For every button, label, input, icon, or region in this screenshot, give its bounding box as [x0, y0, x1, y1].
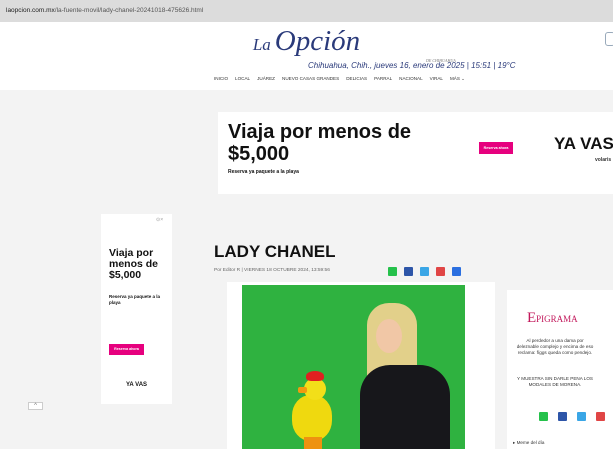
side-ad-brand: YA VAS	[125, 382, 148, 388]
side-ad-headline: Viaja por menos de $5,000	[109, 247, 159, 281]
epigrama-logo-e: E	[527, 310, 537, 326]
rooster-head	[304, 378, 326, 400]
nav-item-delicias[interactable]: DELICIAS	[346, 76, 367, 82]
email-icon[interactable]	[436, 267, 445, 276]
logo-opcion: Opción	[274, 25, 361, 57]
facebook-icon[interactable]	[558, 412, 567, 421]
epigrama-logo: EPIGRAMA	[527, 310, 578, 327]
banner-ad-button[interactable]: Reserva ahora	[479, 142, 513, 154]
rooster-comb	[306, 371, 324, 381]
email-icon[interactable]	[596, 412, 605, 421]
header-cut-icon[interactable]	[605, 32, 613, 46]
url-host: laopcion.com.mx	[6, 7, 55, 14]
chevron-up-icon[interactable]: ^	[28, 402, 43, 410]
main-nav: INICIO LOCAL JUÁREZ NUEVO CASAS GRANDES …	[214, 76, 465, 82]
woman-face	[376, 319, 402, 353]
nav-item-nacional[interactable]: NACIONAL	[399, 76, 423, 82]
nav-item-inicio[interactable]: INICIO	[214, 76, 228, 82]
epigrama-logo-rest: PIGRAMA	[536, 314, 578, 324]
dateline: Chihuahua, Chih., jueves 16, enero de 20…	[308, 61, 516, 70]
side-ad-button[interactable]: Reserva ahora	[109, 344, 144, 355]
twitter-icon[interactable]	[420, 267, 429, 276]
nav-item-juarez[interactable]: JUÁREZ	[257, 76, 275, 82]
ad-close-icon[interactable]: ⊙×	[156, 217, 163, 223]
nav-item-parral[interactable]: PARRAL	[374, 76, 392, 82]
logo-la: La	[252, 35, 271, 54]
link-icon[interactable]	[452, 267, 461, 276]
banner-ad-headline: Viaja por menos de $5,000	[228, 121, 412, 165]
address-bar[interactable]: laopcion.com.mx/la-fuente-movil/lady-cha…	[0, 0, 613, 22]
site-logo[interactable]: La Opción	[0, 25, 613, 58]
url-path: /la-fuente-movil/lady-chanel-20241018-47…	[54, 7, 204, 14]
epigrama-text: Al perdedor a una dama por deleznable co…	[516, 338, 594, 355]
nav-item-mas[interactable]: MÁS ⌄	[450, 76, 465, 82]
facebook-icon[interactable]	[404, 267, 413, 276]
right-sidebar: EPIGRAMA Al perdedor a una dama por dele…	[507, 290, 613, 449]
banner-ad-brand-sub: volaris	[595, 157, 612, 163]
article-title: LADY CHANEL	[214, 242, 336, 261]
sidebar-menu-item[interactable]: ▸ Meme del día	[513, 440, 544, 446]
nav-item-nuevo-casas-grandes[interactable]: NUEVO CASAS GRANDES	[282, 76, 339, 82]
banner-ad-subline: Reserva ya paquete a la playa	[228, 169, 299, 175]
sidebar-share-buttons	[539, 412, 605, 421]
whatsapp-icon[interactable]	[388, 267, 397, 276]
epigrama-text-closing: Y MUESTRA SIN DARLE PENA LOS MODALES DE …	[517, 376, 593, 387]
rooster-legs	[304, 437, 322, 449]
twitter-icon[interactable]	[577, 412, 586, 421]
share-buttons	[388, 267, 461, 276]
site-header: La Opción DE CHIHUAHUA Chihuahua, Chih.,…	[0, 22, 613, 90]
rooster-body	[292, 395, 332, 441]
article-photo[interactable]	[242, 285, 465, 449]
nav-item-viral[interactable]: VIRAL	[430, 76, 443, 82]
nav-item-local[interactable]: LOCAL	[235, 76, 250, 82]
whatsapp-icon[interactable]	[539, 412, 548, 421]
side-ad-subline: Reserva ya paquete a la playa	[109, 294, 161, 305]
banner-ad[interactable]: Viaja por menos de $5,000 Reserva ya paq…	[218, 112, 613, 194]
article-byline: Por Editor R | VIERNES 18 OCTUBRE 2024, …	[214, 268, 330, 273]
rooster-beak	[298, 387, 307, 393]
banner-ad-brand: YA VAS	[554, 134, 613, 153]
woman-body	[360, 365, 450, 449]
side-ad[interactable]: ⊙× Viaja por menos de $5,000 Reserva ya …	[101, 214, 172, 404]
